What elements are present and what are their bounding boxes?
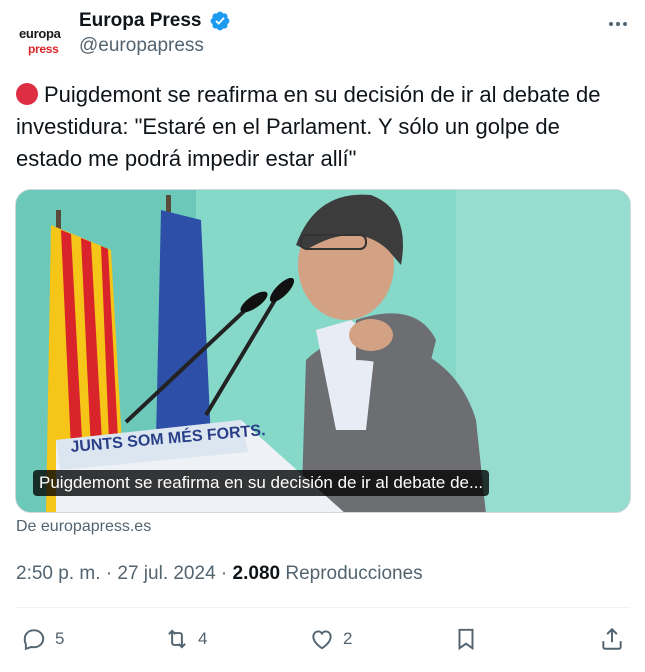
link-source[interactable]: De europapress.es <box>16 518 151 536</box>
heart-icon <box>312 630 332 650</box>
bookmark-button[interactable] <box>453 626 479 652</box>
tweet-body: Puigdemont se reafirma en su decisión de… <box>16 79 630 175</box>
media-caption: Puigdemont se reafirma en su decisión de… <box>33 470 490 496</box>
media-image: JUNTS SOM MÉS FORTS. <box>16 190 630 512</box>
repost-button[interactable]: 4 <box>164 626 207 652</box>
media-card[interactable]: JUNTS SOM MÉS FORTS. Puigdemont se reafi… <box>15 189 631 513</box>
repost-count: 4 <box>198 629 208 648</box>
share-icon <box>602 627 622 650</box>
tweet-date[interactable]: 27 jul. 2024 <box>117 563 215 584</box>
account-names: Europa Press @europapress <box>79 10 231 57</box>
tweet-meta: 2:50 p. m. · 27 jul. 2024 · 2.080 Reprod… <box>16 563 423 585</box>
verified-badge-icon[interactable] <box>209 10 231 32</box>
divider <box>16 607 630 608</box>
tweet-text: Puigdemont se reafirma en su decisión de… <box>16 82 601 171</box>
logo-text-top: europa <box>19 26 61 41</box>
repost-icon <box>168 629 186 649</box>
more-options-icon[interactable] <box>606 12 630 36</box>
action-bar: 5 4 2 <box>16 616 630 662</box>
display-name[interactable]: Europa Press <box>79 10 202 32</box>
account-handle[interactable]: @europapress <box>79 35 231 57</box>
logo-text-bottom: press <box>28 42 59 56</box>
meta-separator: · <box>105 563 113 584</box>
tweet-time[interactable]: 2:50 p. m. <box>16 563 101 584</box>
reply-button[interactable]: 5 <box>21 626 64 652</box>
reply-icon <box>23 629 45 651</box>
views-label: Reproducciones <box>285 563 423 584</box>
bookmark-icon <box>458 628 474 651</box>
like-count: 2 <box>343 629 353 648</box>
account-avatar[interactable]: europa press <box>16 16 64 56</box>
like-button[interactable]: 2 <box>309 626 352 652</box>
views-count: 2.080 <box>232 563 281 584</box>
meta-separator: · <box>220 563 228 584</box>
tweet-header: europa press Europa Press @europapress <box>16 8 630 60</box>
reply-count: 5 <box>55 629 65 648</box>
red-circle-icon <box>16 83 38 105</box>
share-button[interactable] <box>599 626 625 652</box>
